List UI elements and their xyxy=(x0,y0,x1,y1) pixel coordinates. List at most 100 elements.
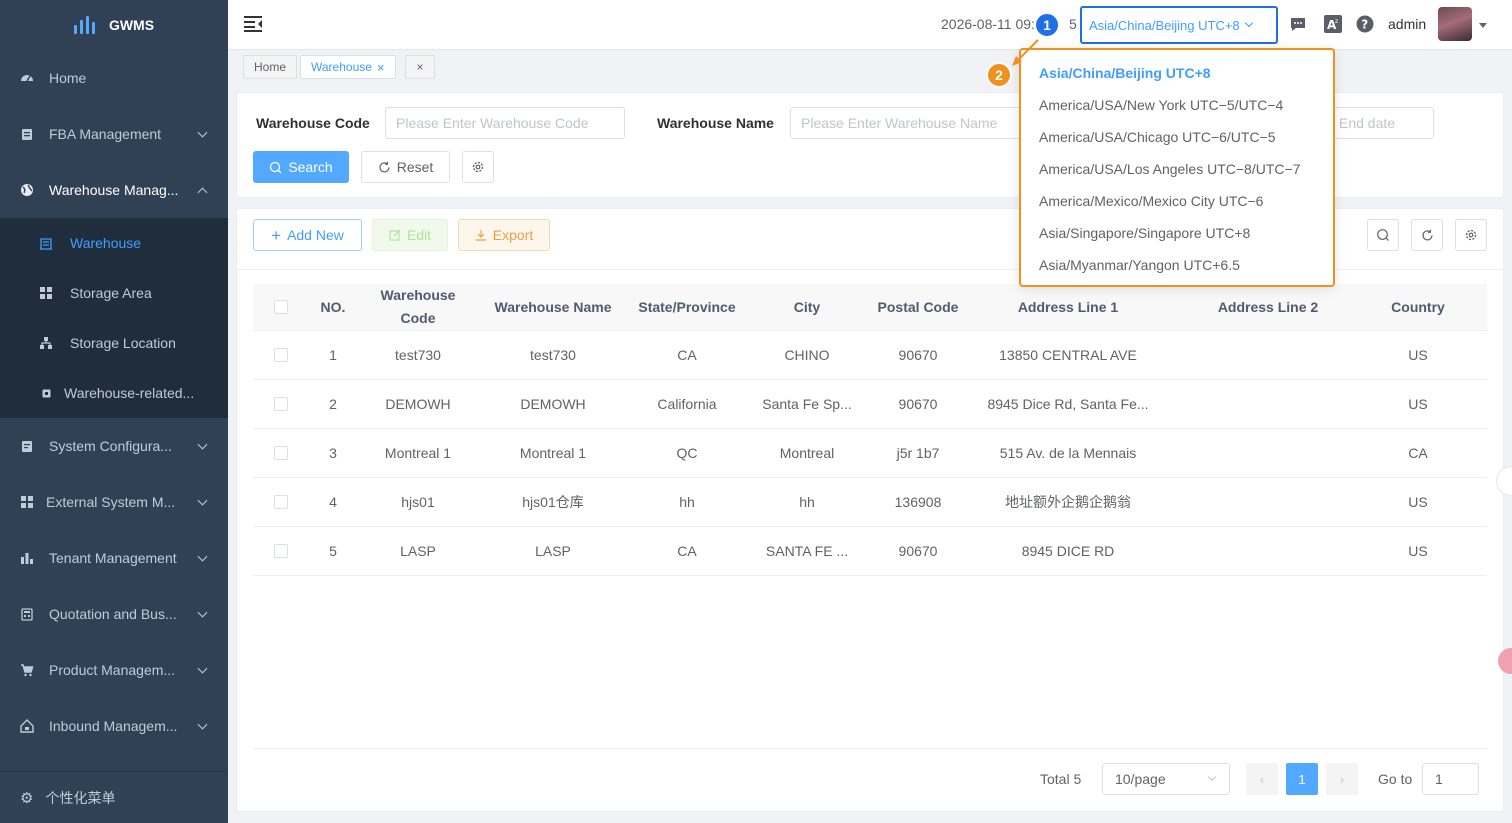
search-settings-button[interactable] xyxy=(462,151,494,183)
font-size-icon[interactable]: Az xyxy=(1324,15,1342,33)
page-size-select[interactable]: 10/page xyxy=(1102,763,1230,795)
cell-address-2 xyxy=(1168,331,1368,379)
tab-home[interactable]: Home xyxy=(243,55,298,79)
timezone-value: Asia/China/Beijing UTC+8 xyxy=(1089,17,1240,33)
refresh-icon xyxy=(1421,229,1433,240)
cell-warehouse-name: hjs01仓库 xyxy=(522,494,584,510)
chevron-down-icon xyxy=(1207,772,1217,782)
chevron-down-icon xyxy=(1244,18,1253,28)
tab-warehouse[interactable]: Warehouse × xyxy=(300,55,396,79)
search-icon xyxy=(270,161,282,173)
table-body: 1 test730 test730 CA CHINO 90670 13850 CENTRAL… xyxy=(253,331,1487,576)
close-all-tabs-button[interactable]: × xyxy=(405,55,435,79)
table-row[interactable]: 3 Montreal 1 Montreal 1 QC Montreal j5r 1b7 51… xyxy=(253,429,1487,478)
toggle-search-button[interactable] xyxy=(1367,219,1399,251)
column-header-no[interactable]: NO. xyxy=(308,284,358,330)
sidebar-item-quotation[interactable]: Quotation and Bus... xyxy=(0,586,228,642)
cell-no: 4 xyxy=(329,494,337,510)
sidebar-item-external-system[interactable]: External System M... xyxy=(0,474,228,530)
row-checkbox[interactable] xyxy=(273,397,288,411)
timezone-option[interactable]: America/USA/New York UTC−5/UTC−4 xyxy=(1021,89,1333,121)
sidebar-subitem-warehouse-related[interactable]: Warehouse-related... xyxy=(0,368,228,418)
cell-warehouse-code: LASP xyxy=(400,543,436,559)
timezone-option[interactable]: America/USA/Los Angeles UTC−8/UTC−7 xyxy=(1021,153,1333,185)
cell-warehouse-code: test730 xyxy=(395,347,441,363)
message-icon[interactable] xyxy=(1289,15,1307,33)
clipboard-icon xyxy=(20,127,34,141)
caret-down-icon[interactable] xyxy=(1479,23,1487,28)
table-row[interactable]: 4 hjs01 hjs01仓库 hh hh 136908 地址额外企鹅企鹅翁 US xyxy=(253,478,1487,527)
column-header-country[interactable]: Country xyxy=(1368,284,1468,330)
warehouse-name-input[interactable]: Please Enter Warehouse Name xyxy=(790,107,1030,139)
sidebar-item-warehouse-management[interactable]: Warehouse Manag... xyxy=(0,162,228,218)
add-new-button[interactable]: + Add New xyxy=(253,219,362,251)
column-header-state[interactable]: State/Province xyxy=(628,284,746,330)
edit-button[interactable]: Edit xyxy=(372,219,448,251)
close-icon[interactable]: × xyxy=(377,60,385,75)
sidebar-item-product-management[interactable]: Product Managem... xyxy=(0,642,228,698)
prev-page-button[interactable]: ‹ xyxy=(1246,763,1278,795)
timezone-option[interactable]: Asia/Myanmar/Yangon UTC+6.5 xyxy=(1021,249,1333,281)
reset-button[interactable]: Reset xyxy=(361,151,450,183)
refresh-table-button[interactable] xyxy=(1411,219,1443,251)
column-header-postal-code[interactable]: Postal Code xyxy=(868,284,968,330)
personalized-menu[interactable]: ⚙ 个性化菜单 xyxy=(0,771,228,823)
hamburger-icon[interactable] xyxy=(244,16,262,32)
cell-address-2 xyxy=(1168,478,1368,526)
cell-address-2 xyxy=(1168,380,1368,428)
username[interactable]: admin xyxy=(1388,16,1426,32)
timezone-option[interactable]: Asia/China/Beijing UTC+8 xyxy=(1021,57,1333,89)
gear-icon xyxy=(472,161,484,173)
column-header-warehouse-name[interactable]: Warehouse Name xyxy=(478,284,628,330)
sidebar-subitem-label: Storage Area xyxy=(70,285,152,301)
row-checkbox[interactable] xyxy=(273,446,288,460)
pagination-divider xyxy=(253,748,1487,749)
table-row[interactable]: 5 LASP LASP CA SANTA FE ... 90670 8945 DICE RD… xyxy=(253,527,1487,576)
next-page-button[interactable]: › xyxy=(1326,763,1358,795)
row-checkbox[interactable] xyxy=(273,544,288,558)
sidebar-item-tenant-management[interactable]: Tenant Management xyxy=(0,530,228,586)
page-number-button[interactable]: 1 xyxy=(1286,763,1318,795)
row-checkbox[interactable] xyxy=(273,348,288,362)
end-date-input[interactable]: End date xyxy=(1328,107,1434,139)
app-logo[interactable]: GWMS xyxy=(0,0,228,50)
column-header-address-1[interactable]: Address Line 1 xyxy=(968,284,1168,330)
timezone-option[interactable]: Asia/Singapore/Singapore UTC+8 xyxy=(1021,217,1333,249)
timezone-option[interactable]: America/Mexico/Mexico City UTC−6 xyxy=(1021,185,1333,217)
column-header-address-2[interactable]: Address Line 2 xyxy=(1168,284,1368,330)
table-row[interactable]: 2 DEMOWH DEMOWH California Santa Fe Sp... 906… xyxy=(253,380,1487,429)
search-button[interactable]: Search xyxy=(253,151,349,183)
sidebar-subitem-warehouse[interactable]: Warehouse xyxy=(0,218,228,268)
export-button[interactable]: Export xyxy=(458,219,550,251)
chevron-left-icon: ‹ xyxy=(1259,771,1265,787)
sidebar-item-fba-management[interactable]: FBA Management xyxy=(0,106,228,162)
help-icon[interactable]: ? xyxy=(1356,15,1374,33)
cell-address-2 xyxy=(1168,527,1368,575)
avatar[interactable] xyxy=(1438,7,1472,41)
gear-icon xyxy=(1465,229,1477,241)
edit-icon xyxy=(389,229,401,241)
cell-warehouse-code: hjs01 xyxy=(401,494,435,510)
timezone-options: Asia/China/Beijing UTC+8 America/USA/New … xyxy=(1021,57,1333,281)
timezone-select[interactable]: Asia/China/Beijing UTC+8 xyxy=(1080,6,1278,44)
column-header-warehouse-code[interactable]: Warehouse Code xyxy=(358,284,478,330)
cell-address-1: 8945 DICE RD xyxy=(1021,543,1115,559)
timezone-option[interactable]: America/USA/Chicago UTC−6/UTC−5 xyxy=(1021,121,1333,153)
sidebar-subitem-storage-area[interactable]: Storage Area xyxy=(0,268,228,318)
sidebar-item-system-configuration[interactable]: System Configura... xyxy=(0,418,228,474)
sidebar-subitem-storage-location[interactable]: Storage Location xyxy=(0,318,228,368)
warehouse-icon xyxy=(39,236,53,250)
select-all-checkbox[interactable] xyxy=(273,300,288,314)
cell-state: hh xyxy=(679,494,695,510)
table-row[interactable]: 1 test730 test730 CA CHINO 90670 13850 CENTRAL… xyxy=(253,331,1487,380)
column-settings-button[interactable] xyxy=(1455,219,1487,251)
goto-page-input[interactable]: 1 xyxy=(1422,763,1479,795)
goto-label: Go to xyxy=(1378,771,1413,787)
column-header-city[interactable]: City xyxy=(746,284,868,330)
cell-address-1: 13850 CENTRAL AVE xyxy=(999,347,1137,363)
row-checkbox[interactable] xyxy=(273,495,288,509)
sidebar-item-home[interactable]: Home xyxy=(0,50,228,106)
sidebar-item-inbound-management[interactable]: Inbound Managem... xyxy=(0,698,228,754)
warehouse-code-input[interactable]: Please Enter Warehouse Code xyxy=(385,107,625,139)
search-icon xyxy=(1377,229,1389,241)
